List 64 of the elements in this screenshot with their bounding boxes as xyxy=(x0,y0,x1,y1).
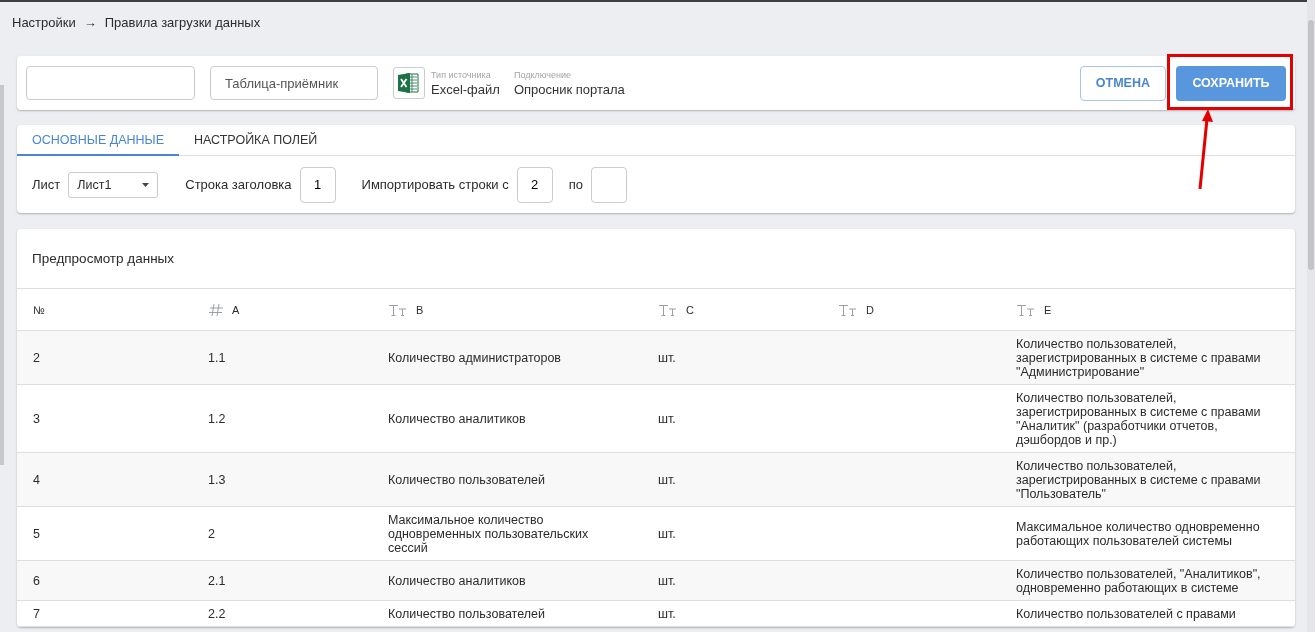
rows-to-field[interactable] xyxy=(591,166,627,203)
connection-label: Подключение xyxy=(513,69,572,80)
text-type-icon xyxy=(658,303,678,316)
source-type-value: Excel-файл xyxy=(431,81,500,97)
text-type-icon xyxy=(388,303,408,316)
table-cell: 1.3 xyxy=(208,473,226,487)
breadcrumb-current: Правила загрузки данных xyxy=(104,14,261,30)
import-rows-label: Импортировать строки с xyxy=(361,177,509,192)
header-row-label: Строка заголовка xyxy=(185,177,292,192)
breadcrumb-link[interactable]: Настройки xyxy=(12,14,76,30)
column-header: № xyxy=(33,303,45,316)
column-header: C xyxy=(686,303,694,316)
table-cell: шт. xyxy=(658,412,676,426)
sheet-label: Лист xyxy=(32,177,61,192)
table-cell: Количество пользователей с правами xyxy=(1016,607,1236,621)
sheet-dropdown[interactable]: Лист1 xyxy=(68,171,159,198)
tab[interactable]: НАСТРОЙКА ПОЛЕЙ xyxy=(179,125,333,156)
table-cell: Количество аналитиков xyxy=(388,574,526,588)
table-cell: шт. xyxy=(658,574,676,588)
table-cell: Количество пользователей, зарегистрированных в системе с правами "Пользователь" xyxy=(1016,459,1261,501)
table-cell: Количество пользователей xyxy=(388,473,545,487)
column-header: A xyxy=(232,303,240,316)
table-cell: 1.2 xyxy=(208,412,226,426)
text-type-icon xyxy=(838,303,858,316)
table-cell: 5 xyxy=(33,527,40,541)
table-cell: 2 xyxy=(208,527,215,541)
header-row-field[interactable]: 1 xyxy=(299,166,336,203)
table-cell: шт. xyxy=(658,607,676,621)
preview-title: Предпросмотр данных xyxy=(32,251,175,266)
table-cell: 1.1 xyxy=(208,351,226,365)
table-cell: шт. xyxy=(658,527,676,541)
excel-icon xyxy=(393,67,425,99)
table-cell: Количество пользователей xyxy=(388,607,545,621)
name-field[interactable] xyxy=(26,66,195,100)
hash-icon xyxy=(208,302,224,317)
table-cell: Максимальное количество одновременных пользовательских сессий xyxy=(388,513,589,555)
rows-to-label: по xyxy=(568,177,583,192)
table-cell: 2 xyxy=(33,351,40,365)
breadcrumb-separator: → xyxy=(83,14,97,30)
column-header: B xyxy=(416,303,424,316)
caret-icon xyxy=(142,182,150,187)
table-cell: Количество пользователей, зарегистрированных в системе с правами "Администрирование" xyxy=(1016,337,1261,379)
tab[interactable]: ОСНОВНЫЕ ДАННЫЕ xyxy=(17,125,179,156)
table-cell: Количество аналитиков xyxy=(388,412,526,426)
table-cell: 2.1 xyxy=(208,574,226,588)
table-cell: Максимальное количество одновременно работающих пользователей системы xyxy=(1016,520,1260,548)
column-header: D xyxy=(866,303,874,316)
column-header: E xyxy=(1044,303,1052,316)
table-cell: шт. xyxy=(658,473,676,487)
table-cell: Количество пользователей, зарегистрированных в системе с правами "Аналитик" (разработчики отчетов, дэшбордов и пр.) xyxy=(1016,391,1261,447)
cancel-button[interactable]: ОТМЕНА xyxy=(1079,65,1166,101)
table-cell: 4 xyxy=(33,473,40,487)
table-cell: 3 xyxy=(33,412,40,426)
table-cell: 2.2 xyxy=(208,607,226,621)
table-cell: 6 xyxy=(33,574,40,588)
target-table-field[interactable]: Таблица-приёмник xyxy=(210,66,378,100)
table-cell: Количество пользователей, "Аналитиков", одновременно работающих в системе xyxy=(1016,567,1261,595)
table-cell: Количество администраторов xyxy=(388,351,561,365)
table-cell: 7 xyxy=(33,607,40,621)
source-type-label: Тип источника xyxy=(431,69,492,80)
rows-from-field[interactable]: 2 xyxy=(516,166,553,203)
text-type-icon xyxy=(1016,303,1036,316)
table-cell: шт. xyxy=(658,351,676,365)
connection-value: Опросник портала xyxy=(513,81,625,97)
